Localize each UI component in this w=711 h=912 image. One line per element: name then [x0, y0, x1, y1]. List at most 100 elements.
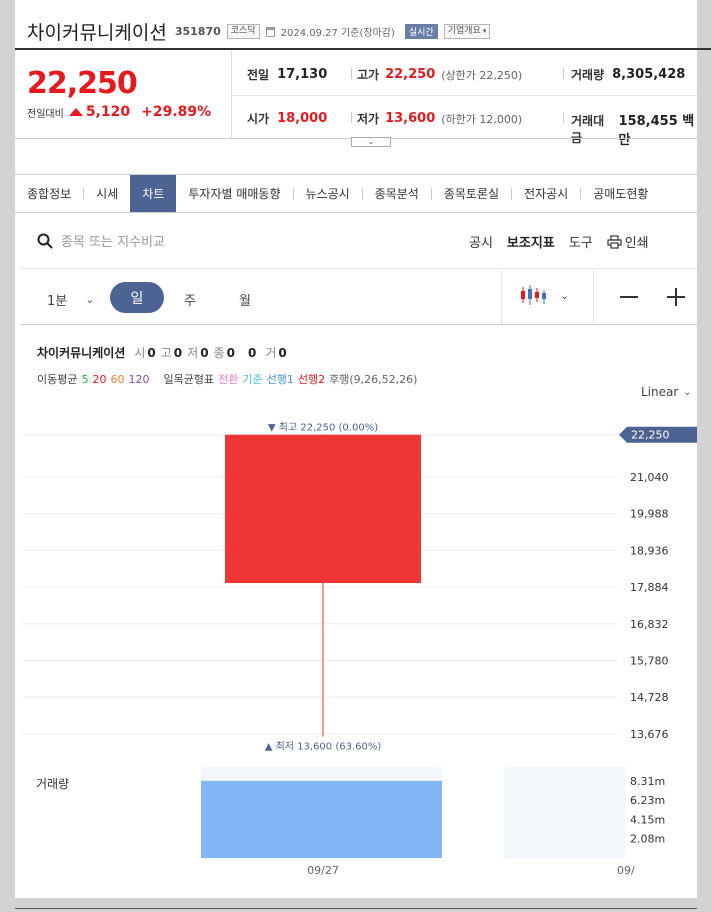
toolbar-divider — [21, 268, 697, 269]
low-value: 13,600 — [385, 111, 436, 126]
up-arrow-icon — [68, 108, 83, 116]
chevron-down-icon: ⌄ — [560, 288, 570, 302]
indicators-button[interactable]: 보조지표 — [507, 232, 555, 251]
header-divider-ext — [697, 48, 711, 50]
legend-volume: 0 — [278, 345, 287, 360]
price-chart-svg: 21,040 19,988 18,936 17,884 16,832 15,780 14,7… — [21, 422, 697, 876]
search-icon — [37, 233, 53, 249]
volume-bar — [201, 780, 442, 858]
high-limit: (상한가 22,250) — [441, 68, 523, 82]
realtime-badge[interactable]: 실시간 — [404, 24, 438, 39]
compare-search[interactable]: 종목 또는 지수비교 — [37, 231, 165, 250]
low-annotation: ▲ 최저 13,600 (63.60%) — [265, 741, 382, 753]
y-tick-label: 17,884 — [630, 581, 669, 594]
chart-type-dropdown[interactable]: ⌄ — [520, 284, 569, 306]
summary-high: 고가 22,250 (상한가 22,250) — [357, 66, 522, 83]
period-month-label: 월 — [239, 294, 251, 309]
y-tick-label: 15,780 — [630, 654, 669, 667]
chevron-down-icon: ⌄ — [85, 293, 95, 306]
change-value: 5,120 — [85, 104, 131, 120]
zoom-out-button[interactable] — [620, 296, 638, 298]
compare-search-placeholder: 종목 또는 지수비교 — [61, 235, 165, 250]
change-percent: +29.89% — [141, 104, 212, 120]
price-divider — [231, 50, 232, 138]
zoom-in-button[interactable] — [667, 287, 687, 307]
low-label: 저가 — [357, 112, 380, 126]
change-label: 전일대비 — [27, 108, 64, 120]
summary-open: 시가 18,000 — [247, 110, 327, 127]
minute-dropdown[interactable]: 1분 ⌄ — [47, 290, 94, 309]
expand-summary-button[interactable]: ⌄ — [351, 137, 391, 147]
y-tick-label: 18,936 — [630, 544, 669, 557]
chart-page-panel: 차이커뮤니케이션 351870 코스닥 2024.09.27 기준(장마감) 실… — [15, 0, 711, 909]
ichimoku-label[interactable]: 일목균형표 — [163, 371, 214, 387]
company-overview-button[interactable]: 기업개요 ▾ — [443, 24, 491, 39]
tab-short-selling[interactable]: 공매도현황 — [581, 175, 660, 212]
y-tick-label: 16,832 — [630, 618, 669, 631]
y-tick-label: 14,728 — [630, 691, 669, 704]
x-tick-label: 09/27 — [307, 864, 339, 876]
period-day-label: 일 — [130, 290, 144, 307]
legend-change: 0 — [247, 345, 257, 360]
tools-button[interactable]: 도구 — [569, 232, 593, 251]
tab-news[interactable]: 뉴스공시 — [294, 175, 362, 212]
summary-amount: 거래대금 158,455 백만 — [571, 110, 697, 148]
volume-value: 8,305,428 — [612, 67, 686, 82]
current-price-value: 22,250 — [27, 66, 138, 101]
chevron-down-icon: ⌄ — [683, 386, 692, 398]
price-chart[interactable]: 21,040 19,988 18,936 17,884 16,832 15,780 14,7… — [21, 410, 697, 876]
ma-label[interactable]: 이동평균 — [37, 371, 77, 387]
volume-tick-label: 2.08m — [630, 833, 665, 846]
volume-tick-label: 8.31m — [630, 775, 665, 788]
chart-toolbar: 공시 보조지표 도구 인쇄 — [469, 232, 649, 251]
open-label: 시가 — [247, 112, 270, 126]
disclosure-button[interactable]: 공시 — [469, 232, 493, 251]
prev-label: 전일 — [247, 68, 270, 82]
scale-mode-dropdown[interactable]: Linear ⌄ — [641, 385, 692, 399]
stock-name: 차이커뮤니케이션 — [27, 22, 167, 44]
chart-top-border — [21, 324, 697, 325]
volume-tick-label: 4.15m — [630, 813, 665, 826]
legend-close: 0 — [226, 345, 235, 360]
tab-quotes[interactable]: 시세 — [84, 175, 130, 212]
current-price-tag-label: 22,250 — [631, 429, 670, 442]
amount-value: 158,455 백만 — [618, 114, 695, 148]
volume-pane-label: 거래량 — [36, 773, 69, 792]
period-month-button[interactable]: 월 — [239, 290, 251, 309]
summary-sep — [351, 112, 352, 123]
period-day-button[interactable]: 일 — [110, 282, 164, 313]
summary-sep — [563, 112, 564, 123]
legend-high-label: 고 — [160, 346, 172, 360]
tab-board[interactable]: 종목토론실 — [432, 175, 511, 212]
candlestick-icon — [521, 285, 546, 305]
ichimoku-conv: 전환 — [218, 373, 239, 386]
tab-chart[interactable]: 차트 — [130, 175, 177, 212]
tab-analysis[interactable]: 종목분석 — [363, 175, 431, 212]
tab-investor-trading[interactable]: 투자자별 매매동향 — [176, 175, 292, 212]
tab-overview[interactable]: 종합정보 — [15, 175, 83, 212]
legend-volume-label: 거 — [265, 346, 277, 360]
chart-legend-ohlc: 차이커뮤니케이션 시0 고0 저0 종0 0 거0 — [37, 344, 287, 361]
period-week-button[interactable]: 주 — [184, 290, 196, 309]
summary-sep — [351, 68, 352, 79]
high-label: 고가 — [357, 68, 380, 82]
candle-body — [225, 434, 421, 584]
zoom-divider — [593, 270, 594, 324]
calendar-icon — [265, 26, 275, 37]
tab-disclosure[interactable]: 전자공시 — [512, 175, 580, 212]
summary-row-divider — [231, 95, 697, 96]
chart-legend-indicators: 이동평균 5 20 60 120 일목균형표 전환 기준 선행1 선행2 후행(… — [37, 371, 417, 387]
ichimoku-lagging: 후행(9,26,52,26) — [329, 373, 418, 386]
tab-bar: 종합정보 시세 차트 투자자별 매매동향 뉴스공시 종목분석 종목토론실 전자공시 공매도현황 — [15, 174, 697, 213]
y-tick-label: 13,676 — [630, 728, 669, 741]
legend-open-label: 시 — [134, 346, 146, 360]
price-change-row: 전일대비 5,120 +29.89% — [27, 104, 211, 120]
x-tick-label: 09/ — [617, 864, 635, 876]
legend-low: 0 — [200, 345, 209, 360]
period-week-label: 주 — [184, 294, 196, 309]
volume-tick-label: 6.23m — [630, 794, 665, 807]
print-button[interactable]: 인쇄 — [607, 232, 649, 251]
ma20-label: 20 — [92, 372, 107, 386]
volume-bg-next — [504, 767, 625, 858]
stock-code: 351870 — [174, 25, 221, 38]
